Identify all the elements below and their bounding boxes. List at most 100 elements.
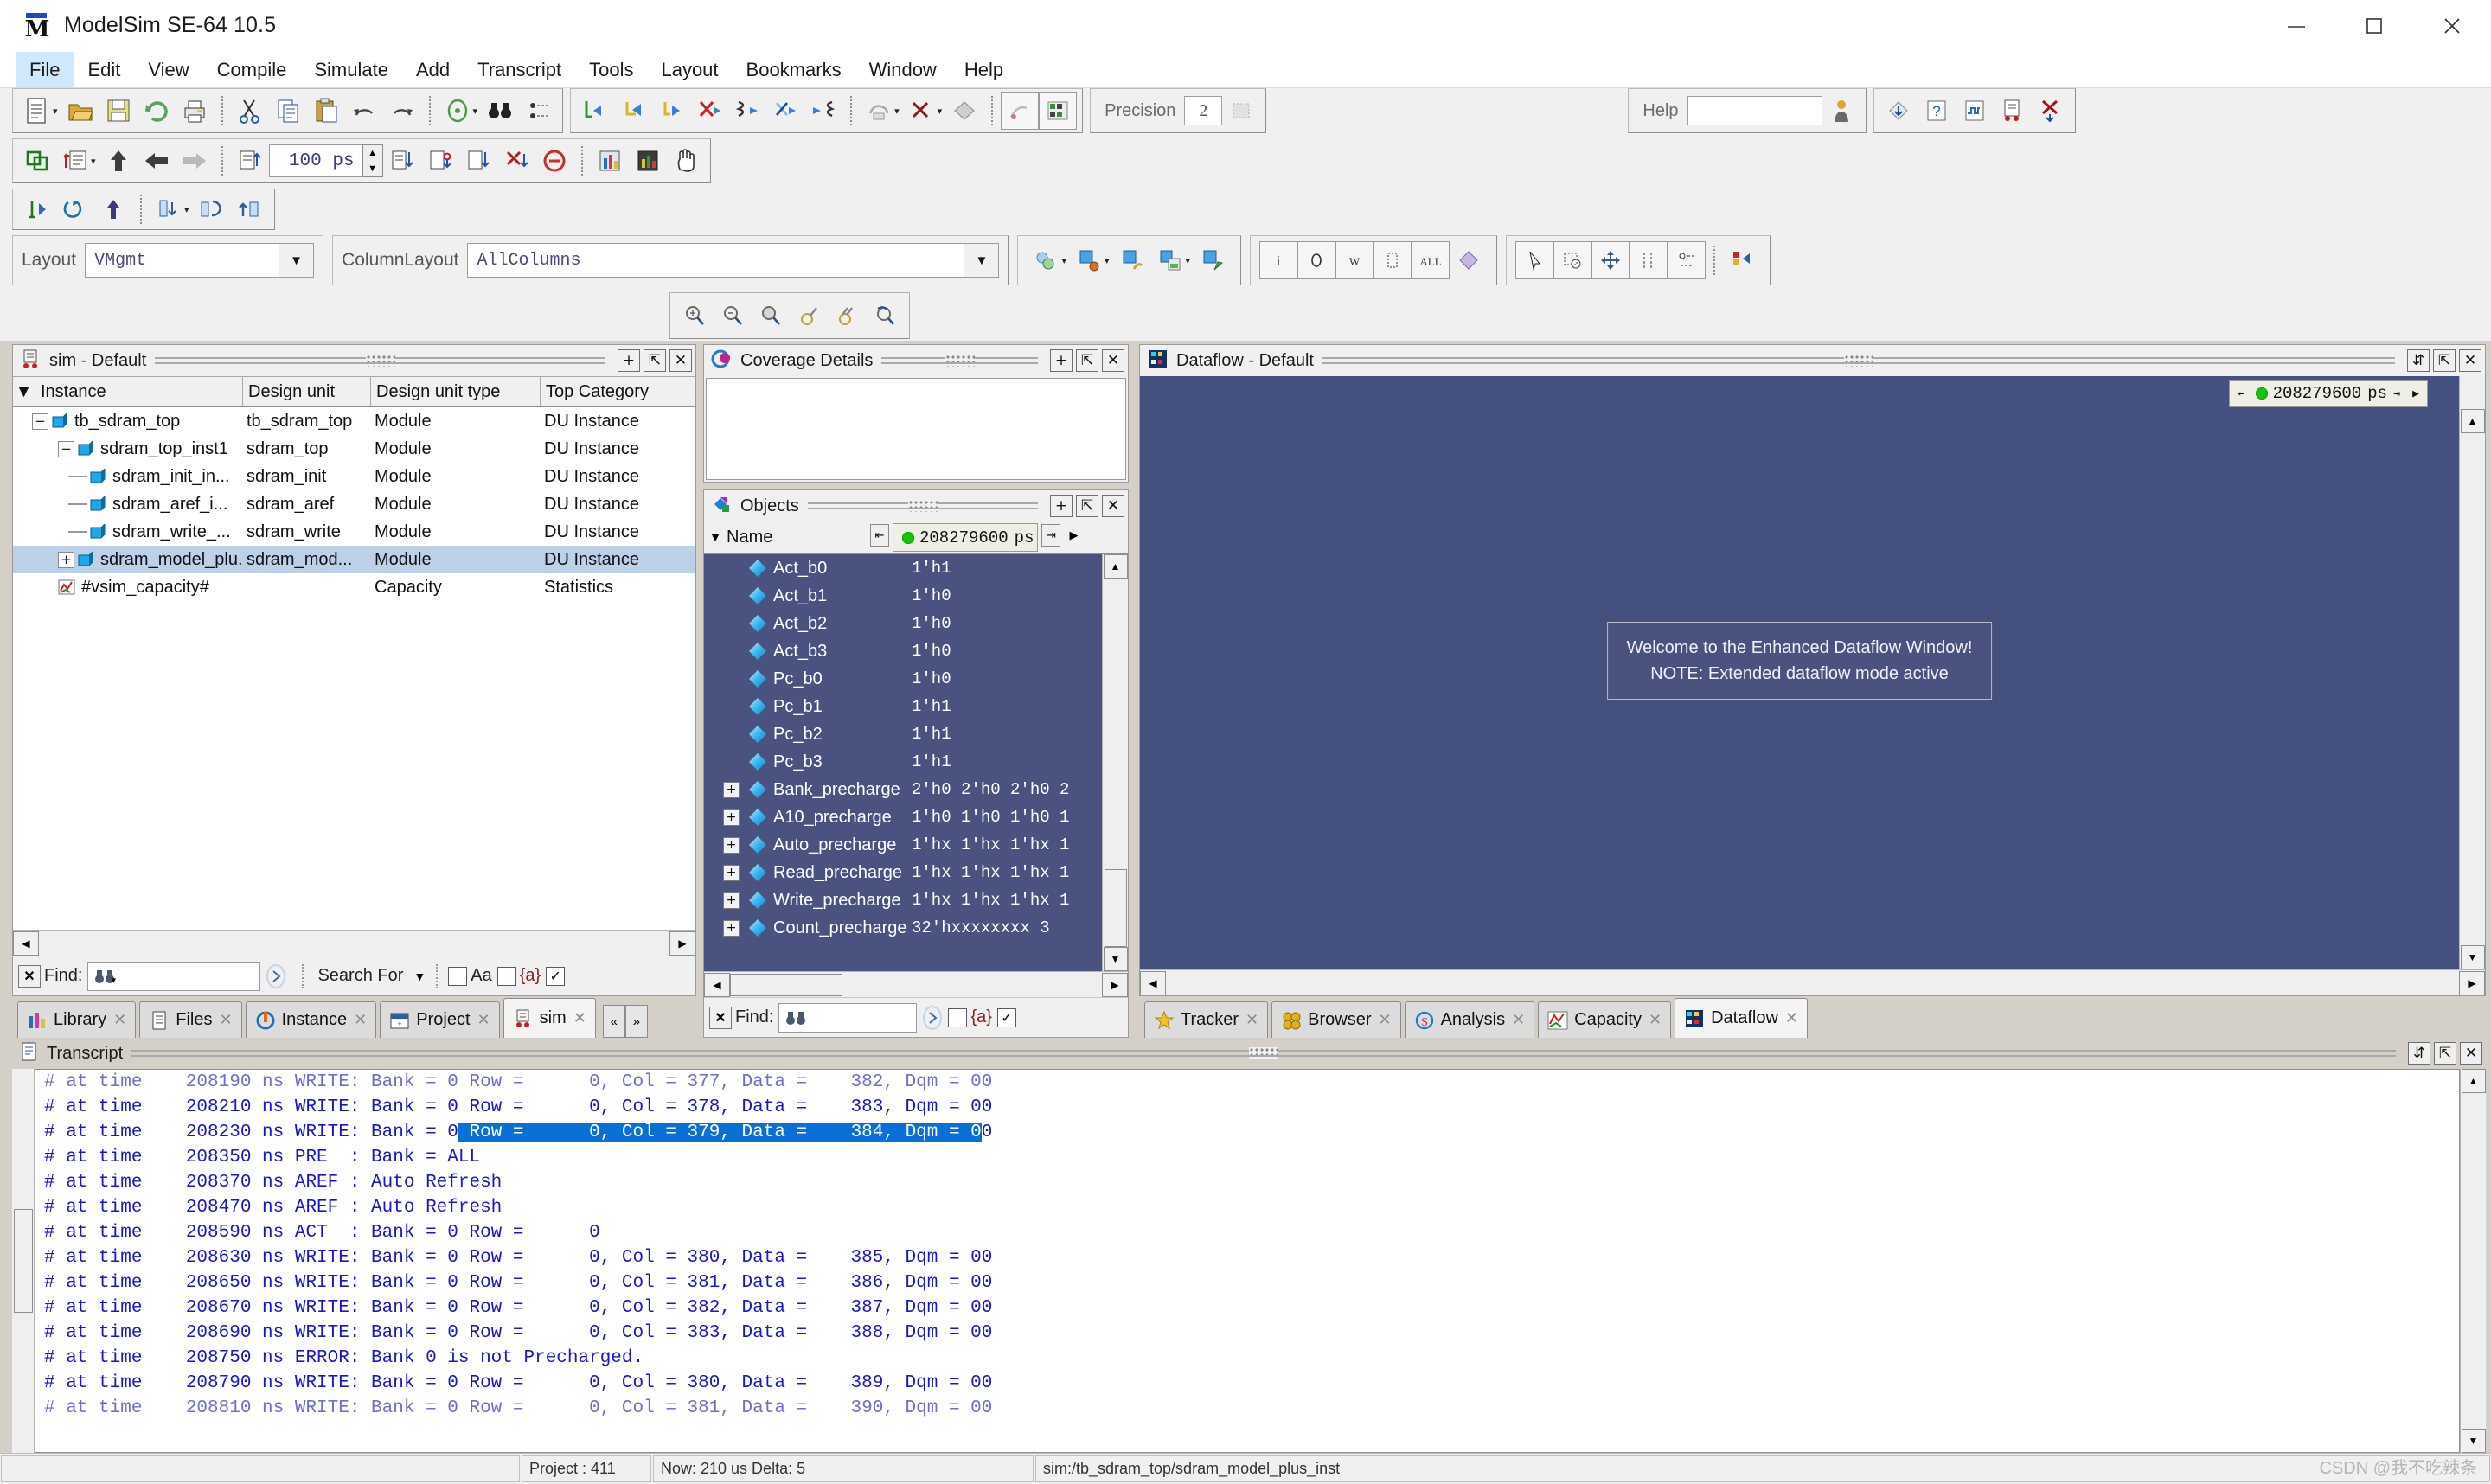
stepper-down-icon[interactable]: ▼ <box>363 161 382 176</box>
redo-icon[interactable] <box>383 92 421 130</box>
list-item[interactable]: Act_b1 1'h0 <box>704 582 1102 610</box>
transcript-dock-button[interactable]: ⇵ <box>2408 1042 2430 1065</box>
tab-close-icon[interactable]: ✕ <box>1649 1011 1662 1029</box>
back-arrow-icon[interactable] <box>138 142 176 180</box>
help-question-icon[interactable]: ? <box>1918 92 1956 130</box>
align-left-icon[interactable] <box>1630 241 1668 279</box>
dataflow-prev-transition-icon[interactable]: ⇤ <box>2232 382 2251 405</box>
expander-icon[interactable]: + <box>723 836 740 854</box>
columnlayout-combobox[interactable]: AllColumns ▼ <box>467 243 1000 278</box>
find-next-icon[interactable] <box>260 962 291 991</box>
table-row[interactable]: sdram_write_... sdram_write Module DU In… <box>13 518 695 546</box>
break-simulation-icon[interactable] <box>535 142 573 180</box>
dataflow-more-icon[interactable]: ▶ <box>2406 382 2425 405</box>
scroll-right-icon[interactable]: ▶ <box>1102 972 1128 997</box>
link-icon[interactable] <box>18 142 56 180</box>
menu-compile[interactable]: Compile <box>203 52 301 87</box>
zoom-cursor-icon[interactable] <box>790 297 828 335</box>
close-button[interactable] <box>2413 0 2491 52</box>
tab-close-icon[interactable]: ✕ <box>354 1011 367 1029</box>
menu-bookmarks[interactable]: Bookmarks <box>733 52 855 87</box>
tab-browser[interactable]: Browser ✕ <box>1271 1001 1401 1038</box>
scroll-right-icon[interactable]: ▶ <box>2459 970 2485 995</box>
transcript-output[interactable]: # at time 208190 ns WRITE: Bank = 0 Row … <box>35 1069 2460 1453</box>
pan-hand-icon[interactable] <box>667 142 705 180</box>
sim-panel-dock-button[interactable]: + <box>618 349 640 372</box>
menu-add[interactable]: Add <box>402 52 464 87</box>
list-item[interactable]: Act_b0 1'h1 <box>704 554 1102 582</box>
dataflow-close-button[interactable]: ✕ <box>2459 349 2481 372</box>
dataflow-time-display[interactable]: ⇤ 208279600 ps ⇥ ▶ <box>2228 380 2428 407</box>
objects-filter-icon[interactable]: ▼ <box>704 530 727 545</box>
expander-icon[interactable]: + <box>58 551 74 568</box>
expander-icon[interactable]: + <box>723 809 740 826</box>
objects-time-display[interactable]: 208279600 ps <box>893 523 1039 552</box>
wave-expand-icon[interactable] <box>1723 241 1761 279</box>
list-item[interactable]: + Write_precharge 1'hx 1'hx 1'hx 1 <box>704 886 1102 914</box>
format-decimal-icon[interactable] <box>1374 241 1412 279</box>
scroll-left-icon[interactable]: ◀ <box>1140 970 1166 995</box>
format-all-icon[interactable]: ALL <box>1412 241 1450 279</box>
sim-col-top-category[interactable]: Top Category <box>541 377 695 406</box>
wave-compare-run-icon[interactable] <box>193 190 231 228</box>
step-over-icon[interactable] <box>766 92 804 130</box>
menu-view[interactable]: View <box>134 52 202 87</box>
objects-prev-transition-icon[interactable]: ⇤ <box>870 524 889 547</box>
run-length-stepper[interactable]: ▲ ▼ <box>362 144 383 177</box>
tab-library[interactable]: Library ✕ <box>17 1001 137 1038</box>
find-next-icon[interactable] <box>917 1003 948 1033</box>
move-icon[interactable] <box>1591 241 1630 279</box>
menu-simulate[interactable]: Simulate <box>300 52 402 87</box>
format-custom-icon[interactable] <box>1450 241 1488 279</box>
list-item[interactable]: Pc_b3 1'h1 <box>704 748 1102 776</box>
regex-checkbox[interactable] <box>948 1007 968 1027</box>
break-icon[interactable] <box>690 92 728 130</box>
objects-vertical-scrollbar[interactable]: ▲ ▼ <box>1102 554 1128 971</box>
list-item[interactable]: + Auto_precharge 1'hx 1'hx 1'hx 1 <box>704 831 1102 859</box>
transcript-left-scrollbar[interactable] <box>12 1069 35 1453</box>
tab-close-icon[interactable]: ✕ <box>1512 1011 1525 1029</box>
coverage-dock-button[interactable]: + <box>1050 349 1073 372</box>
search-all-checkbox[interactable]: ✓ <box>546 966 566 986</box>
menu-layout[interactable]: Layout <box>647 52 732 87</box>
scroll-thumb[interactable] <box>1104 869 1127 947</box>
open-file-icon[interactable] <box>61 92 99 130</box>
dataflow-trace-icon[interactable] <box>1194 241 1232 279</box>
sim-horizontal-scrollbar[interactable]: ◀ ▶ <box>13 930 695 956</box>
sim-col-instance[interactable]: Instance <box>35 377 243 406</box>
tab-dataflow[interactable]: Dataflow ✕ <box>1675 998 1808 1038</box>
scroll-thumb[interactable] <box>730 973 842 996</box>
stepper-up-icon[interactable]: ▲ <box>363 145 382 161</box>
tab-sim[interactable]: sim ✕ <box>503 998 596 1038</box>
coverage-panel-grip[interactable] <box>881 354 1038 368</box>
new-file-icon[interactable] <box>18 92 56 130</box>
menu-edit[interactable]: Edit <box>74 52 134 87</box>
coverage-details-body[interactable] <box>706 378 1126 480</box>
tab-project[interactable]: + Project ✕ <box>380 1001 500 1038</box>
restart-simulation-icon[interactable] <box>576 92 614 130</box>
objects-dock-button[interactable]: + <box>1050 495 1073 517</box>
menu-transcript[interactable]: Transcript <box>464 52 575 87</box>
sim-col-design-unit[interactable]: Design unit <box>243 377 371 406</box>
coverage-undock-button[interactable]: ⇱ <box>1076 349 1098 372</box>
scroll-left-icon[interactable]: ◀ <box>704 972 730 997</box>
run-step-icon[interactable] <box>459 142 497 180</box>
run-restart-icon[interactable] <box>231 142 269 180</box>
menu-tools[interactable]: Tools <box>575 52 647 87</box>
dataflow-add-icon[interactable] <box>1151 241 1189 279</box>
tab-scroll-right-icon[interactable]: » <box>624 1005 648 1038</box>
scroll-down-icon[interactable]: ▼ <box>2461 1429 2486 1453</box>
tab-files[interactable]: Files ✕ <box>139 1001 242 1038</box>
search-for-dropdown-icon[interactable]: ▼ <box>413 969 426 983</box>
list-item[interactable]: + Bank_precharge 2'h0 2'h0 2'h0 2 <box>704 776 1102 803</box>
run-continue-icon[interactable] <box>421 142 459 180</box>
find-close-button[interactable]: ✕ <box>709 1006 732 1029</box>
format-binary-icon[interactable]: i <box>1259 241 1298 279</box>
dataflow-dock-button[interactable]: ⇵ <box>2407 349 2430 372</box>
stop-run-icon[interactable] <box>497 142 535 180</box>
find-input[interactable]: ▾ <box>87 961 261 991</box>
coverage-clear-icon[interactable] <box>903 92 941 130</box>
format-octal-icon[interactable] <box>1297 241 1336 279</box>
find-input[interactable] <box>778 1002 918 1033</box>
list-item[interactable]: Act_b3 1'h0 <box>704 637 1102 665</box>
